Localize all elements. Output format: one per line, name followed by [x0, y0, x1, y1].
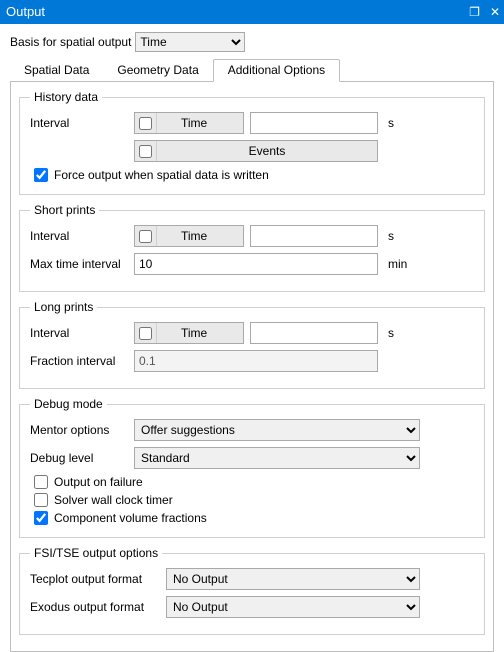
debug-solver-clock-check[interactable] — [34, 493, 48, 507]
long-fraction-label: Fraction interval — [30, 354, 128, 368]
short-max-unit: min — [388, 257, 407, 271]
group-fsi-tse: FSI/TSE output options Tecplot output fo… — [19, 546, 485, 635]
legend-debug: Debug mode — [30, 397, 107, 411]
debug-comp-vol-label: Component volume fractions — [54, 511, 207, 525]
fsi-tecplot-select[interactable]: No Output — [166, 568, 420, 590]
debug-output-fail-label: Output on failure — [54, 475, 143, 489]
long-time-toggle[interactable]: Time — [134, 322, 244, 344]
history-force-label: Force output when spatial data is writte… — [54, 168, 269, 182]
short-interval-label: Interval — [30, 229, 128, 243]
history-force-check[interactable] — [34, 168, 48, 182]
legend-history: History data — [30, 90, 102, 104]
tab-geometry-data[interactable]: Geometry Data — [103, 60, 212, 81]
dock-icon[interactable]: ❐ — [469, 0, 480, 24]
debug-mentor-select[interactable]: Offer suggestions — [134, 419, 420, 441]
long-fraction-input — [134, 350, 378, 372]
history-events-toggle[interactable]: Events — [134, 140, 378, 162]
history-time-input[interactable] — [250, 112, 378, 134]
long-time-text: Time — [157, 326, 231, 340]
short-time-unit: s — [388, 229, 394, 243]
window-title: Output — [6, 4, 45, 19]
legend-long: Long prints — [30, 300, 97, 314]
debug-solver-clock-label: Solver wall clock timer — [54, 493, 173, 507]
short-max-input[interactable] — [134, 253, 378, 275]
tab-spatial-data[interactable]: Spatial Data — [10, 60, 103, 81]
debug-level-select[interactable]: Standard — [134, 447, 420, 469]
long-time-unit: s — [388, 326, 394, 340]
debug-output-fail-check[interactable] — [34, 475, 48, 489]
short-time-check[interactable] — [139, 230, 152, 243]
fsi-exodus-select[interactable]: No Output — [166, 596, 420, 618]
debug-level-label: Debug level — [30, 451, 128, 465]
short-time-text: Time — [157, 229, 231, 243]
history-events-check[interactable] — [139, 145, 152, 158]
legend-fsi: FSI/TSE output options — [30, 546, 162, 560]
history-time-text: Time — [157, 116, 231, 130]
group-short-prints: Short prints Interval Time s Max time in… — [19, 203, 485, 292]
group-long-prints: Long prints Interval Time s Fraction int… — [19, 300, 485, 389]
fsi-exodus-label: Exodus output format — [30, 600, 160, 614]
fsi-tecplot-label: Tecplot output format — [30, 572, 160, 586]
group-history-data: History data Interval Time s Events — [19, 90, 485, 195]
short-time-toggle[interactable]: Time — [134, 225, 244, 247]
tab-bar: Spatial Data Geometry Data Additional Op… — [10, 58, 494, 82]
basis-label: Basis for spatial output — [10, 35, 131, 49]
history-interval-label: Interval — [30, 116, 128, 130]
history-time-toggle[interactable]: Time — [134, 112, 244, 134]
short-max-label: Max time interval — [30, 257, 128, 271]
history-time-check[interactable] — [139, 117, 152, 130]
legend-short: Short prints — [30, 203, 99, 217]
basis-select[interactable]: Time — [135, 32, 245, 52]
long-time-input[interactable] — [250, 322, 378, 344]
history-time-unit: s — [388, 116, 394, 130]
long-time-check[interactable] — [139, 327, 152, 340]
tab-additional-options[interactable]: Additional Options — [213, 59, 340, 82]
history-events-text: Events — [157, 144, 377, 158]
title-bar: Output ❐ ✕ — [0, 0, 504, 24]
group-debug-mode: Debug mode Mentor options Offer suggesti… — [19, 397, 485, 538]
tab-panel-additional: History data Interval Time s Events — [10, 82, 494, 652]
debug-mentor-label: Mentor options — [30, 423, 128, 437]
long-interval-label: Interval — [30, 326, 128, 340]
short-time-input[interactable] — [250, 225, 378, 247]
close-icon[interactable]: ✕ — [490, 0, 500, 24]
debug-comp-vol-check[interactable] — [34, 511, 48, 525]
